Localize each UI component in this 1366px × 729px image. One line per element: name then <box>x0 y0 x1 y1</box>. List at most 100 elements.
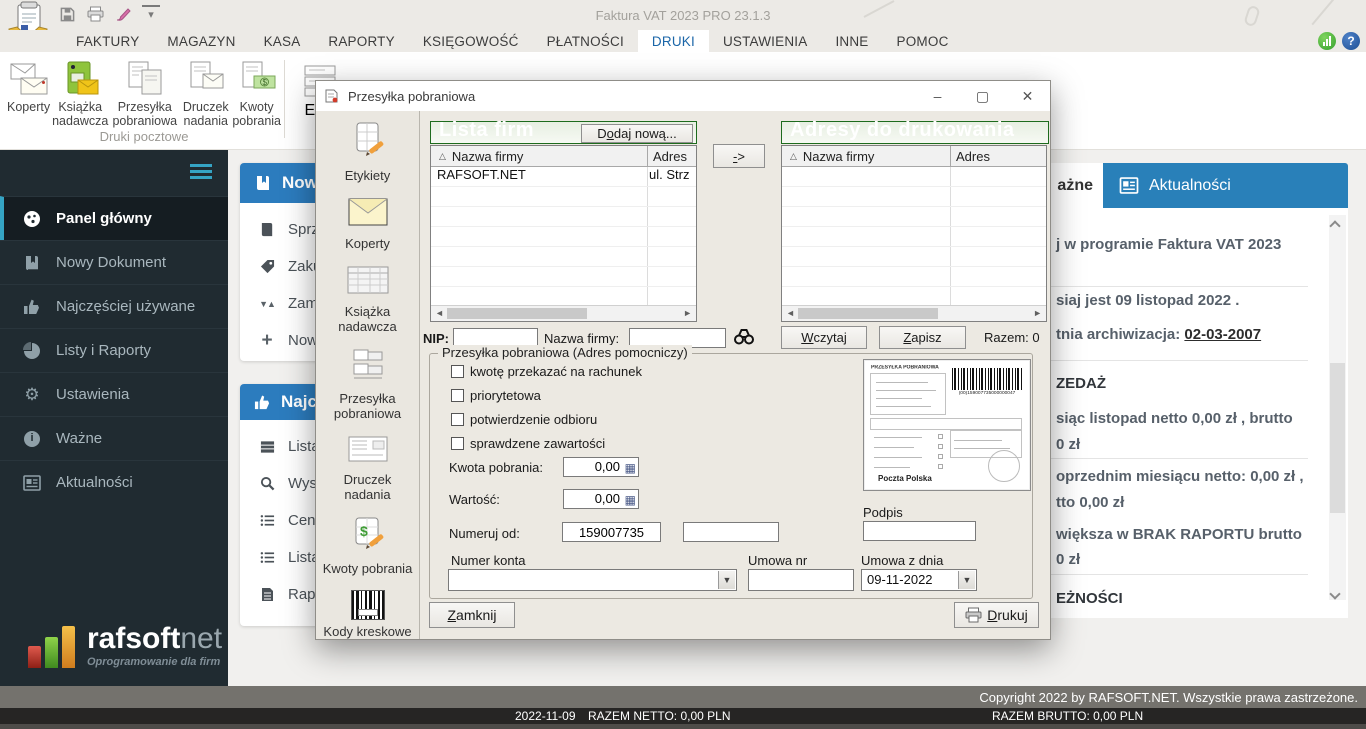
dlg-nav-etykiety[interactable]: Etykiety <box>316 121 419 183</box>
podpis-input[interactable] <box>863 521 976 541</box>
news-scrollbar[interactable] <box>1329 215 1346 600</box>
drukuj-button[interactable]: Drukuj <box>954 602 1039 628</box>
menu-tab-druki[interactable]: DRUKI <box>638 30 709 52</box>
dlg-nav-druczek-nadania[interactable]: Druczek nadania <box>316 435 419 502</box>
checkbox-icon[interactable] <box>451 365 464 378</box>
close-button[interactable]: ✕ <box>1005 81 1050 111</box>
menu-tab-raporty[interactable]: RAPORTY <box>314 30 408 52</box>
numeruj-od-label: Numeruj od: <box>449 526 520 541</box>
dropdown-arrow-icon[interactable]: ▼ <box>718 571 735 589</box>
sort-icon[interactable]: △ <box>439 151 446 162</box>
zamknij-button[interactable]: Zamknij <box>429 602 515 628</box>
checkbox-priorytetowa[interactable]: priorytetowa <box>451 388 541 403</box>
sidebar-item-wazne[interactable]: i Ważne <box>0 416 228 460</box>
column-header[interactable]: Nazwa firmy <box>803 149 875 164</box>
news-content: j w programie Faktura VAT 2023 siaj jest… <box>1040 208 1348 618</box>
menu-tab-faktury[interactable]: FAKTURY <box>62 30 153 52</box>
kwota-pobrania-field[interactable]: 0,00▦ <box>563 457 639 477</box>
column-header[interactable]: Adres <box>956 149 990 164</box>
wczytaj-button[interactable]: Wczytaj <box>781 326 867 349</box>
svg-text:$: $ <box>262 78 267 87</box>
menu-tab-magazyn[interactable]: MAGAZYN <box>153 30 249 52</box>
printer-icon <box>965 607 982 623</box>
dlg-nav-kody-kreskowe[interactable]: Kody kreskowe <box>316 590 419 639</box>
dlg-nav-kwoty-pobrania[interactable]: $ Kwoty pobrania <box>316 516 419 576</box>
dialog-title: Przesyłka pobraniowa <box>348 89 475 104</box>
menu-tab-platnosci[interactable]: PŁATNOŚCI <box>533 30 638 52</box>
column-header[interactable]: Adres <box>653 149 687 164</box>
ribbon-kwoty-pobrania-button[interactable]: $ Kwoty pobrania <box>231 56 282 130</box>
zapisz-button[interactable]: Zapisz <box>879 326 966 349</box>
scroll-thumb[interactable] <box>447 308 587 319</box>
umowa-z-dnia-label: Umowa z dnia <box>861 553 943 568</box>
sidebar-item-aktualnosci[interactable]: Aktualności <box>0 460 228 504</box>
sidebar-item-najczesciej-uzywane[interactable]: Najczęściej używane <box>0 284 228 328</box>
book-icon <box>258 222 276 237</box>
sidebar: Panel główny Nowy Dokument Najczęściej u… <box>0 150 228 686</box>
dlg-nav-koperty[interactable]: Koperty <box>316 197 419 251</box>
sidebar-item-ustawienia[interactable]: ⚙ Ustawienia <box>0 372 228 416</box>
svg-text:$: $ <box>360 523 368 539</box>
checkbox-icon[interactable] <box>451 413 464 426</box>
scroll-thumb[interactable] <box>1330 363 1345 513</box>
online-status-icon[interactable] <box>1318 32 1336 50</box>
maximize-button[interactable]: ▢ <box>960 81 1005 111</box>
help-icon[interactable]: ? <box>1342 32 1360 50</box>
checkbox-icon[interactable] <box>451 389 464 402</box>
umowa-z-dnia-select[interactable]: 09-11-2022 ▼ <box>861 569 977 591</box>
column-header[interactable]: Nazwa firmy <box>452 149 524 164</box>
tab-aktualnosci[interactable]: Aktualności <box>1103 163 1348 208</box>
ribbon-koperty-button[interactable]: Koperty <box>6 56 51 130</box>
add-company-button[interactable]: Dodaj nową... <box>581 124 693 143</box>
move-right-button[interactable]: -> <box>713 144 765 168</box>
menu-tab-pomoc[interactable]: POMOC <box>883 30 963 52</box>
firm-name-label: Nazwa firmy: <box>544 331 619 346</box>
card-header-label: Najc <box>281 392 317 412</box>
horizontal-scrollbar[interactable]: ◄ ► <box>782 305 1046 321</box>
checkbox-sprawdzene[interactable]: sprawdzene zawartości <box>451 436 605 451</box>
table-row[interactable]: RAFSOFT.NET ul. Strzelińska <box>431 167 696 187</box>
calculator-icon[interactable]: ▦ <box>625 491 636 509</box>
minimize-button[interactable]: – <box>915 81 960 111</box>
sort-icon[interactable]: △ <box>790 151 797 162</box>
ribbon-ksiazka-nadawcza-button[interactable]: Książka nadawcza <box>51 56 109 130</box>
search-company-button[interactable] <box>730 326 757 350</box>
dialog-titlebar[interactable]: Przesyłka pobraniowa – ▢ ✕ <box>316 81 1050 111</box>
archive-date-link[interactable]: 02-03-2007 <box>1184 326 1261 343</box>
numeruj-od-input-2[interactable] <box>683 522 779 542</box>
ribbon-druczek-nadania-button[interactable]: Druczek nadania <box>180 56 231 130</box>
checkbox-icon[interactable] <box>451 437 464 450</box>
scroll-thumb[interactable] <box>798 308 938 319</box>
scroll-up-icon[interactable] <box>1331 217 1344 230</box>
ribbon-przesylka-pobraniowa-button[interactable]: Przesyłka pobraniowa <box>109 56 180 130</box>
dlg-nav-przesylka-pobraniowa[interactable]: Przesyłka pobraniowa <box>316 348 419 421</box>
dlg-nav-ksiazka-nadawcza[interactable]: Książka nadawcza <box>316 265 419 334</box>
hamburger-menu-icon[interactable] <box>190 164 212 182</box>
calculator-icon[interactable]: ▦ <box>625 459 636 477</box>
sidebar-item-nowy-dokument[interactable]: Nowy Dokument <box>0 240 228 284</box>
divider <box>1050 458 1308 459</box>
menu-tab-inne[interactable]: INNE <box>821 30 882 52</box>
sidebar-item-listy-i-raporty[interactable]: Listy i Raporty <box>0 328 228 372</box>
checkbox-potwierdzenie[interactable]: potwierdzenie odbioru <box>451 412 597 427</box>
scroll-down-icon[interactable] <box>1331 585 1344 598</box>
wartosc-field[interactable]: 0,00▦ <box>563 489 639 509</box>
adresy-table[interactable]: △ Nazwa firmy Adres ◄ ► <box>781 145 1047 322</box>
barcode-icon <box>351 590 385 620</box>
scroll-right-icon[interactable]: ► <box>1033 308 1042 318</box>
scroll-left-icon[interactable]: ◄ <box>435 308 444 318</box>
sidebar-item-panel-glowny[interactable]: Panel główny <box>0 196 228 240</box>
window-title: Faktura VAT 2023 PRO 23.1.3 <box>0 8 1366 23</box>
scroll-right-icon[interactable]: ► <box>683 308 692 318</box>
dropdown-arrow-icon[interactable]: ▼ <box>958 571 975 589</box>
numer-konta-select[interactable]: ▼ <box>448 569 737 591</box>
numeruj-od-input[interactable] <box>562 522 661 542</box>
checkbox-kwota-rachunek[interactable]: kwotę przekazać na rachunek <box>451 364 642 379</box>
menu-tab-ustawienia[interactable]: USTAWIENIA <box>709 30 822 52</box>
menu-tab-ksiegowosc[interactable]: KSIĘGOWOŚĆ <box>409 30 533 52</box>
scroll-left-icon[interactable]: ◄ <box>786 308 795 318</box>
horizontal-scrollbar[interactable]: ◄ ► <box>431 305 696 321</box>
menu-tab-kasa[interactable]: KASA <box>250 30 315 52</box>
lista-firm-table[interactable]: △ Nazwa firmy Adres RAFSOFT.NET ul. Strz… <box>430 145 697 322</box>
umowa-nr-input[interactable] <box>748 569 854 591</box>
